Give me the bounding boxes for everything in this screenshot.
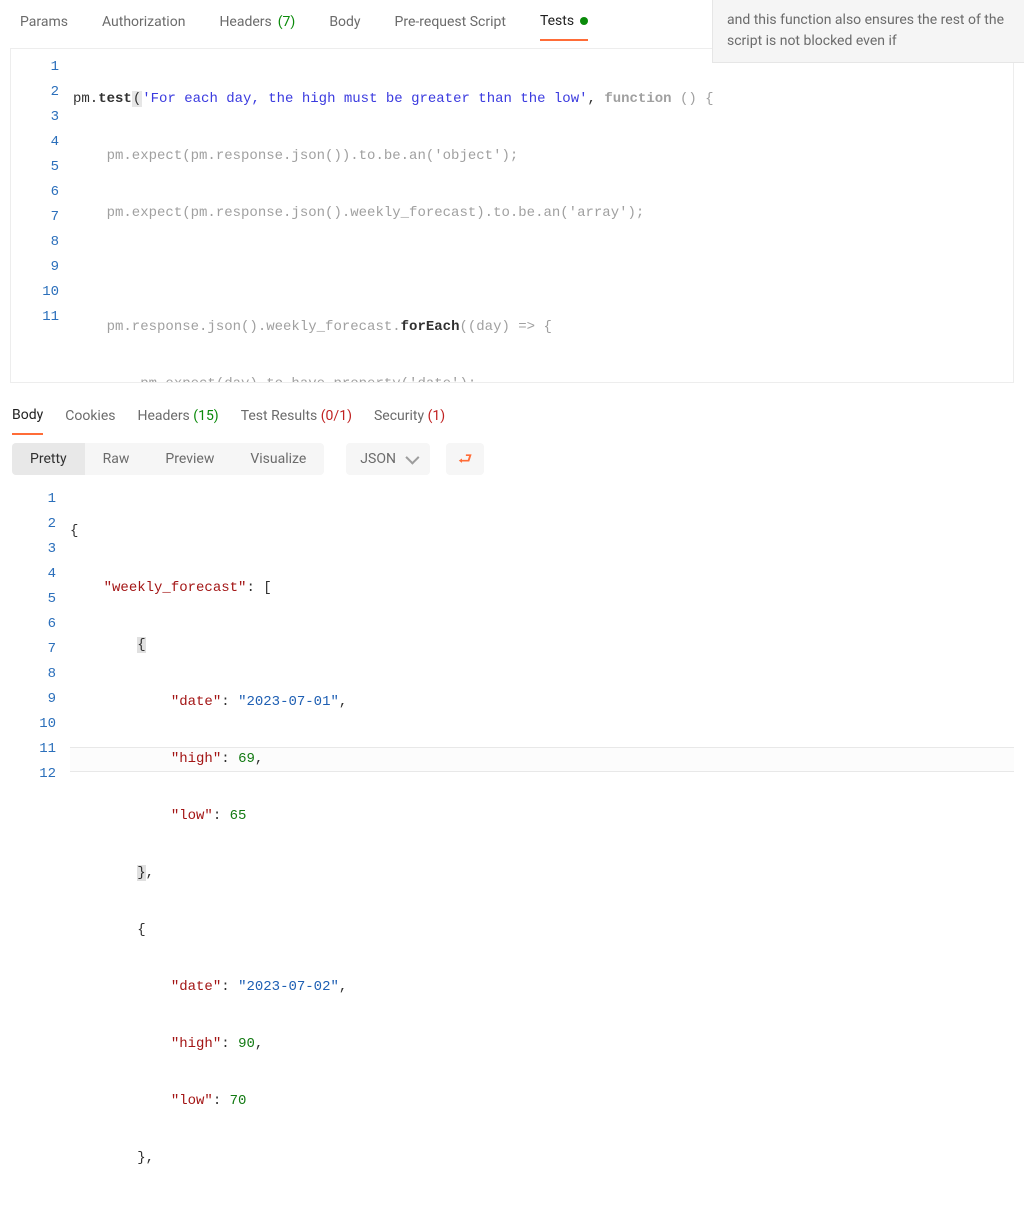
line-number: 3 xyxy=(17,105,59,130)
editor-code[interactable]: pm.test('For each day, the high must be … xyxy=(73,49,1013,382)
wrap-lines-button[interactable]: ⮐ xyxy=(446,443,484,475)
response-code[interactable]: { "weekly_forecast": [ { "date": "2023-0… xyxy=(70,483,1014,1207)
line-number: 11 xyxy=(14,737,56,762)
tab-params[interactable]: Params xyxy=(20,8,68,40)
json-token: "low" xyxy=(171,1093,213,1109)
line-number: 5 xyxy=(14,587,56,612)
line-number: 9 xyxy=(17,255,59,280)
line-number: 3 xyxy=(14,537,56,562)
format-label: JSON xyxy=(360,451,396,467)
code-token: pm. xyxy=(73,91,98,107)
tab-prerequest[interactable]: Pre-request Script xyxy=(395,8,506,40)
code-token: function xyxy=(604,91,671,107)
line-number: 10 xyxy=(14,712,56,737)
editor-gutter: 1 2 3 4 5 6 7 8 9 10 11 xyxy=(11,49,73,382)
unsaved-dot-icon xyxy=(580,17,588,25)
line-number: 1 xyxy=(17,55,59,80)
line-number: 4 xyxy=(14,562,56,587)
code-token: pm.expect(pm.response.json()).to.be.an('… xyxy=(73,148,518,164)
view-visualize[interactable]: Visualize xyxy=(232,443,324,475)
res-tab-security[interactable]: Security (1) xyxy=(374,404,445,434)
line-number: 5 xyxy=(17,155,59,180)
json-token: "high" xyxy=(171,751,221,767)
line-number: 10 xyxy=(17,280,59,305)
hint-tooltip: and this function also ensures the rest … xyxy=(712,0,1024,63)
json-token: "low" xyxy=(171,808,213,824)
code-token: ((day) => { xyxy=(459,319,551,335)
json-token: { xyxy=(70,523,78,539)
json-token: 90 xyxy=(238,1036,255,1052)
code-token: ( xyxy=(132,91,142,107)
tab-body[interactable]: Body xyxy=(329,8,360,40)
hint-text: and this function also ensures the rest … xyxy=(727,12,1004,49)
chevron-down-icon xyxy=(405,451,419,465)
line-number: 1 xyxy=(14,487,56,512)
res-tab-headers-label: Headers xyxy=(137,408,189,424)
line-number: 9 xyxy=(14,687,56,712)
tab-tests[interactable]: Tests xyxy=(540,7,588,41)
res-tab-headers-count: (15) xyxy=(193,408,218,424)
tab-headers[interactable]: Headers (7) xyxy=(219,8,295,40)
code-token: pm.response.json().weekly_forecast. xyxy=(73,319,401,335)
json-token: "2023-07-01" xyxy=(238,694,339,710)
code-token: test xyxy=(98,91,132,107)
line-number: 7 xyxy=(17,205,59,230)
tab-headers-label: Headers xyxy=(219,14,271,30)
json-token: "weekly_forecast" xyxy=(104,580,247,596)
line-number: 12 xyxy=(14,762,56,787)
response-body: 1 2 3 4 5 6 7 8 9 10 11 12 { "weekly_for… xyxy=(10,483,1014,1207)
res-tab-security-label: Security xyxy=(374,408,424,424)
code-token: pm.expect(pm.response.json().weekly_fore… xyxy=(73,205,644,221)
line-number: 4 xyxy=(17,130,59,155)
json-token: } xyxy=(137,865,145,881)
json-token: 65 xyxy=(230,808,247,824)
response-gutter: 1 2 3 4 5 6 7 8 9 10 11 12 xyxy=(10,483,70,1207)
json-token: : [ xyxy=(246,580,271,596)
res-tab-test-results[interactable]: Test Results (0/1) xyxy=(241,404,352,434)
res-tab-security-count: (1) xyxy=(428,408,446,424)
tab-authorization[interactable]: Authorization xyxy=(102,8,185,40)
line-number: 8 xyxy=(14,662,56,687)
json-token: "date" xyxy=(171,979,221,995)
code-token: forEach xyxy=(401,319,460,335)
res-tab-cookies[interactable]: Cookies xyxy=(65,404,115,434)
json-token: { xyxy=(137,637,145,653)
view-pretty[interactable]: Pretty xyxy=(12,443,85,475)
json-token: 69 xyxy=(238,751,255,767)
code-token: () { xyxy=(672,91,714,107)
json-token: "high" xyxy=(171,1036,221,1052)
res-tab-headers[interactable]: Headers (15) xyxy=(137,404,218,434)
json-token: { xyxy=(137,922,145,938)
line-number: 2 xyxy=(14,512,56,537)
json-token: }, xyxy=(137,1150,154,1166)
json-token: "date" xyxy=(171,694,221,710)
line-number: 2 xyxy=(17,80,59,105)
json-token: "2023-07-02" xyxy=(238,979,339,995)
format-dropdown[interactable]: JSON xyxy=(346,443,430,475)
view-mode-row: Pretty Raw Preview Visualize JSON ⮐ xyxy=(0,435,1024,483)
line-number: 6 xyxy=(17,180,59,205)
code-token: pm.expect(day).to.have.property('date'); xyxy=(73,376,476,382)
tab-tests-label: Tests xyxy=(540,13,574,29)
line-number: 6 xyxy=(14,612,56,637)
tests-editor[interactable]: 1 2 3 4 5 6 7 8 9 10 11 pm.test('For eac… xyxy=(10,48,1014,383)
code-token: , xyxy=(588,91,605,107)
res-tab-test-results-count: (0/1) xyxy=(321,408,352,424)
line-number: 8 xyxy=(17,230,59,255)
json-token: , xyxy=(146,865,154,881)
res-tab-test-results-label: Test Results xyxy=(241,408,318,424)
wrap-icon: ⮐ xyxy=(458,451,472,467)
line-number: 11 xyxy=(17,305,59,330)
line-number: 7 xyxy=(14,637,56,662)
view-mode-group: Pretty Raw Preview Visualize xyxy=(12,443,324,475)
tab-headers-count: (7) xyxy=(278,14,296,30)
view-preview[interactable]: Preview xyxy=(147,443,232,475)
code-token: 'For each day, the high must be greater … xyxy=(142,91,587,107)
view-raw[interactable]: Raw xyxy=(85,443,148,475)
json-token: 70 xyxy=(230,1093,247,1109)
response-tabs: Body Cookies Headers (15) Test Results (… xyxy=(0,393,1024,435)
res-tab-body[interactable]: Body xyxy=(12,403,43,435)
